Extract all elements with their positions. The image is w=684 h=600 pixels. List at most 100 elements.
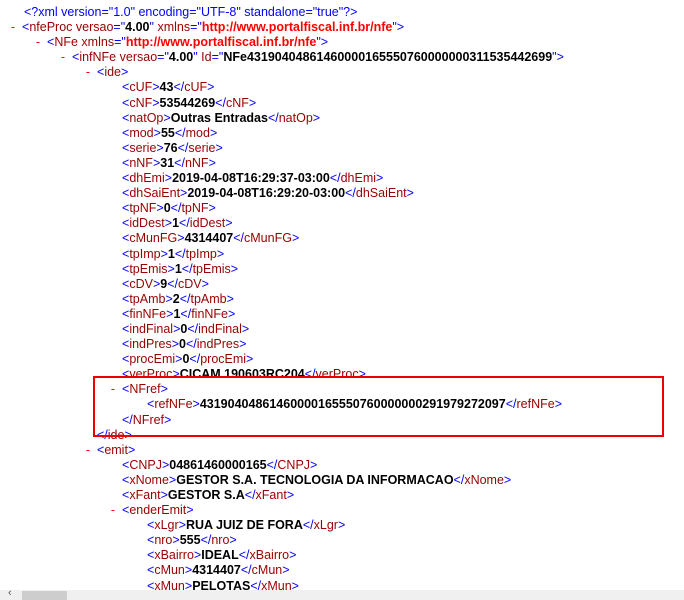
element-text: 76 [163, 140, 178, 155]
xml-node-leaf-finNFe: <finNFe>1</finNFe> [0, 307, 684, 322]
close-bracket: > [503, 472, 512, 487]
closing-tag-name: finNFe [191, 306, 229, 321]
xml-node-leaf-tpEmis: <tpEmis>1</tpEmis> [0, 262, 684, 277]
attribute-value: NFe4319040486146000016555076000000031153… [223, 50, 553, 65]
xml-node-leaf-xFant: <xFant>GESTOR S.A</xFant> [0, 488, 684, 503]
open-bracket: </ [177, 140, 189, 155]
collapse-toggle-icon[interactable]: - [108, 503, 118, 518]
attribute-name: versao [119, 50, 158, 65]
xml-tree: <?xml version="1.0" encoding="UTF-8" sta… [0, 5, 684, 594]
close-bracket: > [177, 231, 185, 246]
xml-node-leaf-natOp: <natOp>Outras Entradas</natOp> [0, 111, 684, 126]
close-bracket: > [207, 80, 215, 95]
attr-quote: =" [114, 35, 126, 50]
attribute-value: http://www.portalfiscal.inf.br/nfe [125, 35, 317, 50]
attribute-value: 4.00 [168, 50, 194, 65]
closing-tag-name: indPres [196, 337, 240, 352]
close-bracket: > [171, 337, 180, 352]
attribute-value: 4.00 [125, 20, 150, 35]
tag-name: nfeProc [29, 20, 73, 35]
close-bracket: > [312, 110, 321, 125]
xml-node-content: <tpAmb>2</tpAmb> [122, 292, 234, 307]
close-bracket: > [160, 246, 168, 261]
collapse-toggle-icon[interactable]: - [33, 35, 43, 50]
closing-tag-name: dhSaiEnt [355, 186, 407, 201]
collapse-toggle-icon[interactable]: - [83, 65, 93, 80]
tag-name: natOp [129, 110, 164, 125]
collapse-toggle-icon[interactable]: - [108, 382, 118, 397]
scrollbar-thumb[interactable] [22, 591, 67, 600]
tag-name: ide [104, 65, 121, 80]
tag-name: indPres [129, 337, 172, 352]
collapse-toggle-icon[interactable]: - [8, 20, 18, 35]
attr-quote: =" [157, 50, 169, 65]
attr-quote: =" [211, 50, 224, 65]
open-bracket: </ [266, 457, 278, 472]
tag-name: nNF [129, 155, 153, 170]
closing-tag-name: indFinal [198, 321, 242, 336]
open-bracket: </ [238, 548, 250, 563]
tag-name: xBairro [154, 548, 194, 563]
close-bracket: > [289, 548, 297, 563]
tag-name: indFinal [129, 321, 174, 336]
close-bracket: > [406, 186, 414, 201]
open-bracket: </ [302, 518, 314, 533]
close-bracket: > [201, 276, 209, 291]
tag-name: cUF [129, 80, 153, 95]
close-bracket: > [156, 140, 164, 155]
tag-name: tpAmb [129, 291, 166, 306]
tag-name: dhEmi [129, 171, 165, 186]
collapse-toggle-icon[interactable]: - [58, 50, 68, 65]
closing-tag-name: verProc [315, 367, 359, 382]
close-bracket: > [396, 20, 405, 35]
xml-node-content: <dhSaiEnt>2019-04-08T16:29:20-03:00</dhS… [122, 186, 414, 201]
xml-node-leaf-cNF: <cNF>53544269</cNF> [0, 96, 684, 111]
close-bracket: > [282, 563, 290, 578]
closing-tag-name: procEmi [200, 352, 247, 367]
xml-node-content: <xLgr>RUA JUIZ DE FORA</xLgr> [147, 518, 345, 533]
open-bracket: </ [170, 201, 182, 216]
collapse-toggle-icon[interactable]: - [83, 443, 93, 458]
open-bracket: </ [189, 352, 201, 367]
open-bracket: </ [179, 216, 190, 231]
element-text: 1 [174, 261, 182, 276]
tag-name: NFref [132, 412, 165, 427]
close-bracket: > [127, 442, 136, 457]
close-bracket: > [228, 306, 236, 321]
close-bracket: > [163, 110, 171, 125]
close-bracket: > [226, 291, 234, 306]
closing-tag-name: idDest [189, 216, 226, 231]
close-bracket: > [310, 457, 318, 472]
close-bracket: > [172, 367, 180, 382]
xml-node-content: <infNFe versao="4.00" Id="NFe43190404861… [72, 50, 564, 65]
xml-node-content: <cDV>9</cDV> [122, 277, 209, 292]
close-bracket: > [376, 171, 384, 186]
xml-node-leaf-tpImp: <tpImp>1</tpImp> [0, 247, 684, 262]
tag-name: cNF [129, 95, 153, 110]
xml-node-leaf-nNF: <nNF>31</nNF> [0, 156, 684, 171]
close-bracket: > [121, 65, 129, 80]
close-bracket: > [156, 201, 164, 216]
xml-node-content: <cMun>4314407</cMun> [147, 563, 290, 578]
xml-node-open-ide: - <ide> [0, 65, 684, 80]
attr-quote: =" [190, 20, 202, 35]
xml-node-open-NFref: - <NFref> [0, 382, 684, 397]
close-bracket: > [239, 337, 247, 352]
attribute-name: xmlns [157, 20, 191, 35]
xml-node-close-NFref: </NFref> [0, 413, 684, 428]
close-bracket: > [164, 171, 173, 186]
close-bracket: > [153, 125, 161, 140]
xml-node-content: <nro>555</nro> [147, 533, 237, 548]
xml-node-leaf-xLgr: <xLgr>RUA JUIZ DE FORA</xLgr> [0, 518, 684, 533]
xml-node-leaf-dhEmi: <dhEmi>2019-04-08T16:29:37-03:00</dhEmi> [0, 171, 684, 186]
close-bracket: > [554, 397, 563, 412]
horizontal-scrollbar[interactable]: ‹ [0, 587, 684, 600]
xml-node-leaf-cMunFG: <cMunFG>4314407</cMunFG> [0, 231, 684, 246]
close-bracket: > [160, 488, 168, 502]
close-bracket: > [291, 231, 300, 246]
scroll-left-icon[interactable]: ‹ [8, 587, 12, 599]
closing-tag-name: cDV [177, 276, 202, 291]
attribute-name: versao [75, 20, 114, 35]
xml-node-leaf-refNFe: <refNFe>43190404861460000165550760000000… [0, 397, 684, 412]
attribute-name: Id [201, 50, 212, 65]
